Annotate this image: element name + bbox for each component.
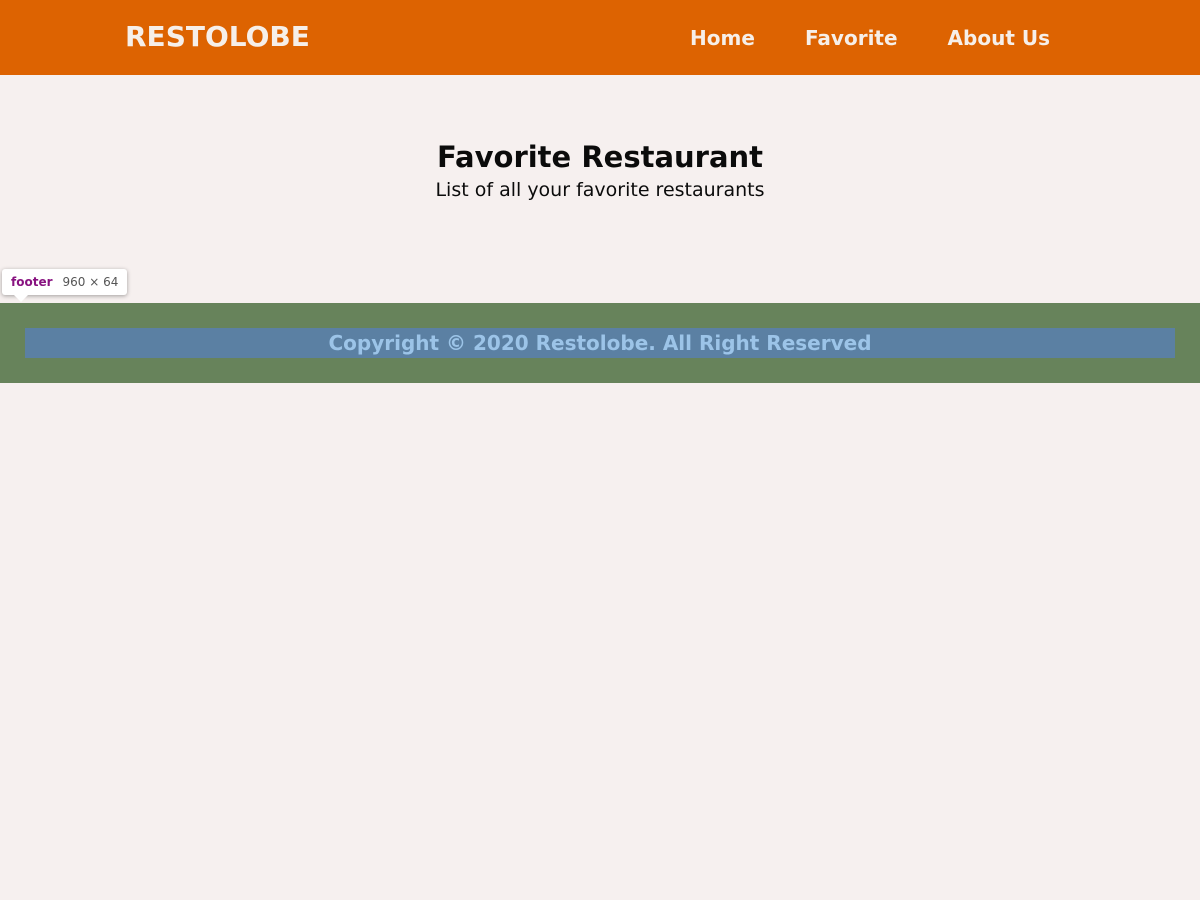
- page: RESTOLOBE Home Favorite About Us Favorit…: [0, 0, 1200, 900]
- copyright-text: Copyright © 2020 Restolobe. All Right Re…: [328, 331, 872, 355]
- inspected-tag-name: footer: [11, 275, 53, 289]
- nav-link-home[interactable]: Home: [690, 26, 755, 50]
- main-nav: Home Favorite About Us: [690, 22, 1050, 54]
- footer: Copyright © 2020 Restolobe. All Right Re…: [0, 303, 1200, 383]
- app-header: RESTOLOBE Home Favorite About Us: [0, 0, 1200, 75]
- nav-link-about-us[interactable]: About Us: [948, 26, 1050, 50]
- inspected-element-dimensions: 960 × 64: [62, 275, 119, 289]
- brand-logo[interactable]: RESTOLOBE: [125, 17, 310, 57]
- nav-item-home: Home: [690, 22, 755, 54]
- nav-item-about: About Us: [948, 22, 1050, 54]
- page-heading: Favorite Restaurant List of all your fav…: [0, 138, 1200, 204]
- footer-content-highlight: Copyright © 2020 Restolobe. All Right Re…: [25, 328, 1175, 358]
- nav-link-favorite[interactable]: Favorite: [805, 26, 898, 50]
- page-title: Favorite Restaurant: [436, 140, 764, 174]
- devtools-inspect-tooltip: footer 960 × 64: [2, 269, 128, 302]
- nav-item-favorite: Favorite: [805, 22, 898, 54]
- page-subtitle: List of all your favorite restaurants: [435, 179, 765, 201]
